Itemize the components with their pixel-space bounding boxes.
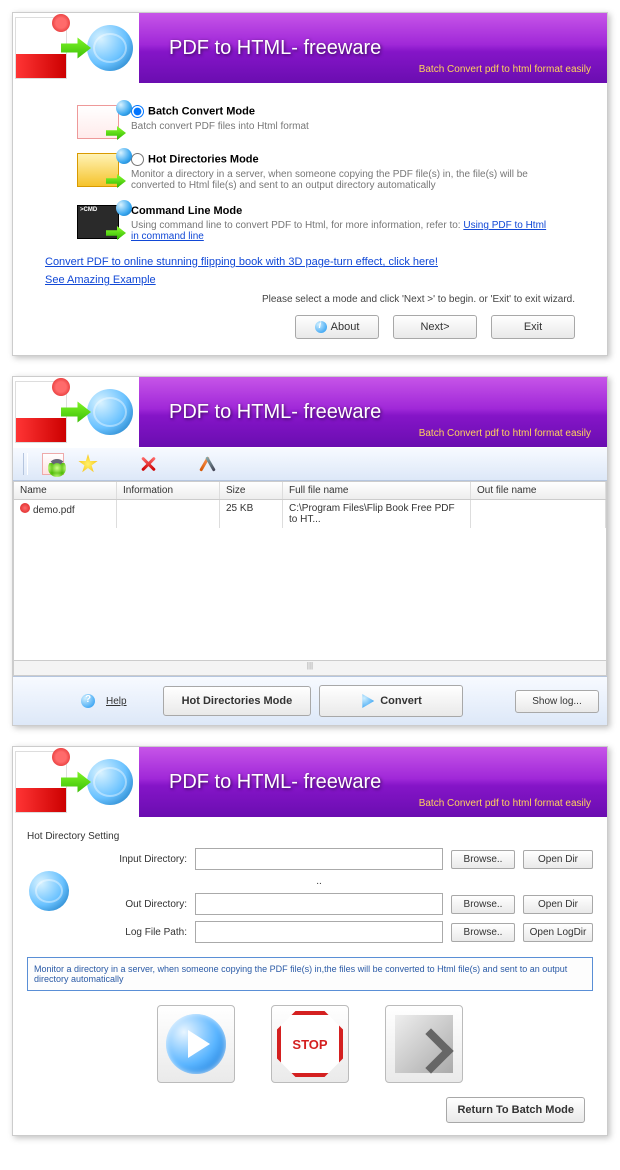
input-dir-field[interactable] bbox=[195, 848, 443, 870]
app-title: PDF to HTML- freeware bbox=[169, 37, 381, 60]
toolbar bbox=[13, 447, 607, 481]
out-dir-field[interactable] bbox=[195, 893, 443, 915]
pdf-small-icon bbox=[20, 503, 30, 513]
exit-button[interactable]: Exit bbox=[491, 315, 575, 339]
pdf-convert-icon bbox=[77, 105, 119, 139]
hotdir-window: PDF to HTML- freeware Batch Convert pdf … bbox=[12, 746, 608, 1136]
mode-cmd: Command Line Mode Using command line to … bbox=[77, 205, 583, 242]
add-favorite-button[interactable] bbox=[78, 454, 98, 474]
add-file-button[interactable] bbox=[42, 453, 64, 475]
input-dir-label: Input Directory: bbox=[97, 854, 187, 865]
mode-desc: Using command line to convert PDF to Htm… bbox=[131, 220, 551, 242]
h-scrollbar[interactable] bbox=[13, 661, 607, 676]
mode-desc: Monitor a directory in a server, when so… bbox=[131, 169, 551, 191]
mode-batch[interactable]: Batch Convert Mode Batch convert PDF fil… bbox=[77, 105, 583, 139]
banner: PDF to HTML- freeware Batch Convert pdf … bbox=[13, 377, 607, 447]
mode-title: Command Line Mode bbox=[131, 205, 242, 217]
pdf-icon bbox=[15, 17, 67, 79]
table-row[interactable]: demo.pdf 25 KB C:\Program Files\Flip Boo… bbox=[14, 500, 606, 528]
browse-out-button[interactable]: Browse.. bbox=[451, 895, 515, 914]
help-icon bbox=[81, 694, 95, 708]
browse-input-button[interactable]: Browse.. bbox=[451, 850, 515, 869]
remove-button[interactable] bbox=[138, 454, 158, 474]
batch-radio[interactable] bbox=[131, 105, 144, 118]
browse-log-button[interactable]: Browse.. bbox=[451, 923, 515, 942]
open-big-icon bbox=[395, 1015, 453, 1073]
banner: PDF to HTML- freeware Batch Convert pdf … bbox=[13, 747, 607, 817]
wizard-window: PDF to HTML- freeware Batch Convert pdf … bbox=[12, 12, 608, 356]
info-icon bbox=[315, 321, 327, 333]
open-log-button[interactable]: Open LogDir bbox=[523, 923, 593, 942]
play-big-icon bbox=[166, 1014, 226, 1074]
show-log-button[interactable]: Show log... bbox=[515, 690, 599, 713]
open-input-button[interactable]: Open Dir bbox=[523, 850, 593, 869]
mode-title: Batch Convert Mode bbox=[148, 105, 255, 117]
stop-big-icon: STOP bbox=[277, 1011, 343, 1077]
promo-link-2[interactable]: See Amazing Example bbox=[45, 274, 156, 286]
help-link[interactable]: Help bbox=[106, 696, 127, 707]
globe-large-icon bbox=[29, 871, 69, 911]
log-path-field[interactable] bbox=[195, 921, 443, 943]
cmd-icon bbox=[77, 205, 119, 239]
convert-button[interactable]: Convert bbox=[319, 685, 463, 717]
open-out-button[interactable]: Open Dir bbox=[523, 895, 593, 914]
monitor-note: Monitor a directory in a server, when so… bbox=[27, 957, 593, 991]
mode-title: Hot Directories Mode bbox=[148, 153, 259, 165]
open-output-button[interactable] bbox=[385, 1005, 463, 1083]
mode-hot[interactable]: Hot Directories Mode Monitor a directory… bbox=[77, 153, 583, 191]
wizard-body: Batch Convert Mode Batch convert PDF fil… bbox=[13, 83, 607, 355]
promo-link-1[interactable]: Convert PDF to online stunning flipping … bbox=[45, 256, 438, 268]
bottom-bar: Help Hot Directories Mode Convert Show l… bbox=[13, 676, 607, 725]
next-button[interactable]: Next> bbox=[393, 315, 477, 339]
stop-button[interactable]: STOP bbox=[271, 1005, 349, 1083]
banner: PDF to HTML- freeware Batch Convert pdf … bbox=[13, 13, 607, 83]
table-header: NameInformationSizeFull file nameOut fil… bbox=[13, 481, 607, 500]
mode-desc: Batch convert PDF files into Html format bbox=[131, 121, 551, 132]
log-path-label: Log File Path: bbox=[97, 927, 187, 938]
tools-button[interactable] bbox=[198, 454, 218, 474]
batch-window: PDF to HTML- freeware Batch Convert pdf … bbox=[12, 376, 608, 726]
table-body[interactable]: demo.pdf 25 KB C:\Program Files\Flip Boo… bbox=[13, 500, 607, 661]
folder-icon bbox=[77, 153, 119, 187]
start-button[interactable] bbox=[157, 1005, 235, 1083]
globe-icon bbox=[87, 25, 133, 71]
banner-logo bbox=[13, 13, 139, 83]
app-tagline: Batch Convert pdf to html format easily bbox=[419, 64, 591, 75]
instruction-text: Please select a mode and click 'Next >' … bbox=[37, 294, 575, 305]
hot-mode-button[interactable]: Hot Directories Mode bbox=[163, 686, 312, 716]
out-dir-label: Out Directory: bbox=[97, 899, 187, 910]
play-icon bbox=[360, 694, 374, 708]
hot-radio[interactable] bbox=[131, 153, 144, 166]
about-button[interactable]: About bbox=[295, 315, 379, 339]
section-title: Hot Directory Setting bbox=[27, 831, 593, 842]
return-batch-button[interactable]: Return To Batch Mode bbox=[446, 1097, 585, 1123]
